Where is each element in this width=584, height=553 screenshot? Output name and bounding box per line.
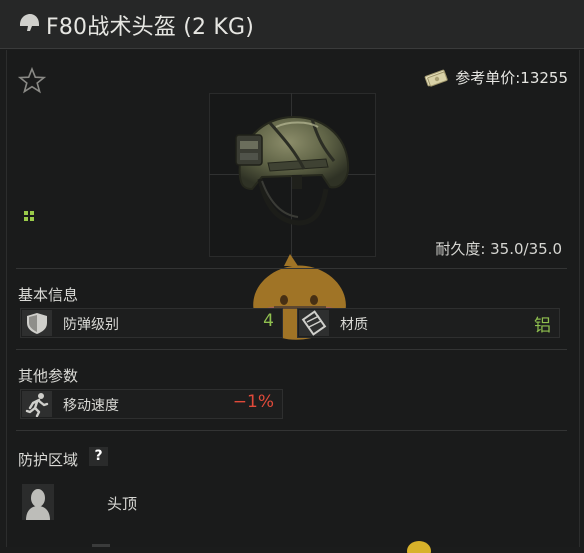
money-icon bbox=[424, 69, 448, 87]
durability-text: 耐久度: 35.0/35.0 bbox=[435, 240, 562, 258]
stat-value: −1% bbox=[232, 392, 274, 412]
decorative-corner-icon bbox=[407, 541, 431, 553]
grid-size-icon bbox=[24, 211, 34, 221]
section-title-other-params: 其他参数 bbox=[18, 367, 79, 385]
reference-price: 参考单价:13255 bbox=[455, 68, 568, 87]
running-man-icon bbox=[22, 391, 52, 417]
stat-armor-class: 防弹级别 4 bbox=[20, 308, 283, 338]
page-title: F80战术头盔 (2 KG) bbox=[46, 15, 255, 40]
title-bar: F80战术头盔 (2 KG) bbox=[0, 0, 584, 49]
section-title-basic-info: 基本信息 bbox=[18, 286, 79, 304]
section-divider bbox=[16, 349, 567, 350]
stat-label: 材质 bbox=[340, 317, 368, 333]
section-divider bbox=[16, 430, 567, 431]
head-silhouette-icon bbox=[22, 484, 54, 520]
stat-material: 材质 铝 bbox=[297, 308, 560, 338]
price-display: 参考单价:13255 bbox=[423, 65, 568, 89]
helmet-image bbox=[235, 115, 350, 226]
shield-icon bbox=[22, 310, 52, 336]
stat-label: 防弹级别 bbox=[63, 317, 119, 333]
material-icon bbox=[299, 310, 329, 336]
stat-value: 4 bbox=[263, 311, 274, 331]
help-icon[interactable]: ? bbox=[89, 447, 108, 466]
star-outline-icon[interactable] bbox=[18, 67, 46, 95]
section-title-protection: 防护区域 bbox=[18, 451, 79, 469]
zone-label-top-of-head: 头顶 bbox=[107, 495, 138, 513]
helmet-icon bbox=[20, 14, 39, 31]
stat-label: 移动速度 bbox=[63, 398, 119, 414]
stat-value: 铝 bbox=[534, 316, 551, 336]
stat-movement-speed: 移动速度 −1% bbox=[20, 389, 283, 419]
section-divider bbox=[16, 268, 567, 269]
